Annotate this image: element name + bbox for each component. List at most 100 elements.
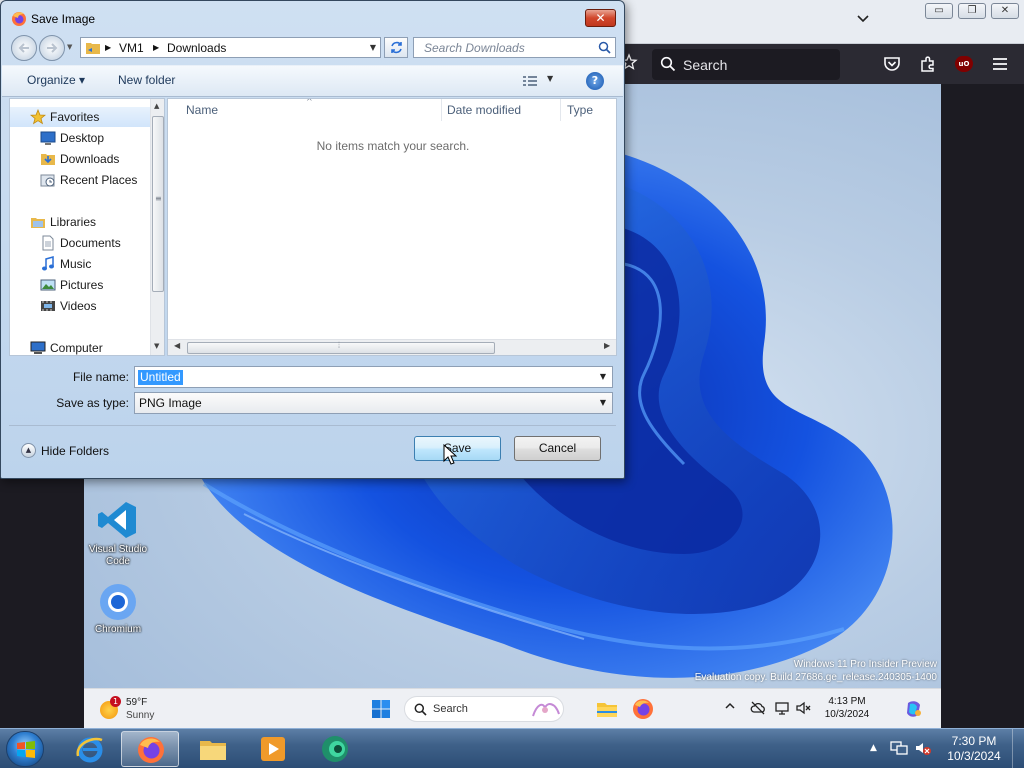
- file-list-horizontal-scrollbar[interactable]: ◀ ⦙ ▶: [168, 339, 616, 355]
- nav-libraries[interactable]: Libraries: [10, 212, 150, 232]
- scroll-up-icon[interactable]: ▲: [154, 102, 159, 110]
- network-icon[interactable]: [890, 739, 908, 757]
- ublock-origin-icon[interactable]: uO: [955, 56, 973, 72]
- nav-pictures[interactable]: Pictures: [10, 275, 150, 295]
- empty-results-message: No items match your search.: [316, 139, 470, 153]
- back-button[interactable]: [11, 35, 37, 61]
- host-start-button[interactable]: [6, 731, 44, 767]
- nav-music[interactable]: Music: [10, 254, 150, 274]
- search-input[interactable]: Search Downloads: [413, 37, 616, 58]
- show-hidden-icons-arrow[interactable]: ▲: [870, 743, 880, 753]
- breadcrumb-downloads[interactable]: Downloads: [167, 41, 226, 55]
- file-name-input[interactable]: Untitled ▼: [134, 366, 613, 388]
- hamburger-menu-icon[interactable]: [990, 54, 1012, 76]
- grip-icon: ≡: [155, 194, 162, 203]
- nav-documents[interactable]: Documents: [10, 233, 150, 253]
- copilot-icon[interactable]: [904, 699, 924, 719]
- refresh-button[interactable]: [384, 37, 408, 58]
- save-button[interactable]: Save: [414, 436, 501, 461]
- watermark-line-1: Windows 11 Pro Insider Preview: [793, 659, 937, 670]
- scroll-left-icon[interactable]: ◀: [174, 341, 180, 350]
- cancel-button[interactable]: Cancel: [514, 436, 601, 461]
- breadcrumb-separator-icon[interactable]: ▶: [153, 43, 159, 52]
- search-highlight-icon: [532, 703, 560, 717]
- dialog-close-button[interactable]: ✕: [585, 9, 616, 27]
- nav-desktop[interactable]: Desktop: [10, 128, 150, 148]
- vm-clock[interactable]: 4:13 PM 10/3/2024: [816, 695, 878, 721]
- column-divider[interactable]: [560, 99, 561, 121]
- evaluation-watermark: Windows 11 Pro Insider Preview Evaluatio…: [637, 658, 937, 684]
- show-desktop-button[interactable]: [1012, 729, 1024, 768]
- star-icon: [30, 109, 46, 125]
- hide-folders-button[interactable]: ▲ Hide Folders: [19, 442, 119, 460]
- vm-taskbar-search[interactable]: Search: [404, 696, 564, 722]
- forward-button[interactable]: [39, 35, 65, 61]
- cloud-sync-icon[interactable]: [750, 700, 766, 716]
- host-taskbar-firefox[interactable]: [121, 731, 179, 767]
- extensions-icon[interactable]: [918, 54, 940, 76]
- close-button[interactable]: ✕: [991, 3, 1019, 19]
- music-note-icon: [42, 256, 54, 271]
- folder-icon: [200, 741, 226, 760]
- downloads-folder-icon: [41, 154, 55, 165]
- restore-button[interactable]: ❐: [958, 3, 986, 19]
- host-taskbar-internet-explorer[interactable]: [61, 731, 119, 767]
- address-bar[interactable]: ▶ VM1 ▶ Downloads ▼: [80, 37, 381, 58]
- pocket-icon[interactable]: [882, 54, 904, 76]
- desktop-icon: [40, 131, 56, 145]
- organize-button[interactable]: Organize ▾: [27, 73, 85, 87]
- new-folder-button[interactable]: New folder: [118, 73, 175, 87]
- scroll-down-icon[interactable]: ▼: [154, 342, 159, 350]
- save-as-type-select[interactable]: PNG Image ▼: [134, 392, 613, 414]
- weather-widget[interactable]: 1 59°F Sunny: [98, 694, 168, 724]
- recent-locations-icon[interactable]: ▼: [67, 43, 77, 53]
- close-icon: ✕: [1000, 5, 1010, 16]
- desktop-icon-vscode[interactable]: Visual Studio Code: [84, 498, 152, 568]
- minimize-button[interactable]: ▭: [925, 3, 953, 19]
- watermark-line-2: Evaluation copy. Build 27686.ge_release.…: [694, 672, 937, 683]
- nav-computer[interactable]: Computer: [10, 338, 150, 355]
- column-header-date-modified[interactable]: Date modified: [447, 103, 521, 117]
- breadcrumb-separator-icon[interactable]: ▶: [105, 43, 111, 52]
- scrollbar-thumb[interactable]: ≡: [152, 116, 164, 292]
- speaker-muted-icon[interactable]: [795, 700, 811, 716]
- column-header-type[interactable]: Type: [567, 103, 593, 117]
- file-explorer-icon[interactable]: [595, 697, 619, 721]
- column-divider[interactable]: [441, 99, 442, 121]
- toolbar-search-box[interactable]: Search: [652, 49, 840, 80]
- network-icon[interactable]: [774, 700, 790, 716]
- scroll-right-icon[interactable]: ▶: [604, 341, 610, 350]
- close-icon: ✕: [595, 11, 606, 25]
- host-taskbar-explorer[interactable]: [184, 731, 242, 767]
- chevron-down-icon[interactable]: ▼: [596, 367, 610, 387]
- list-all-tabs-button[interactable]: [852, 12, 874, 32]
- computer-icon: [30, 341, 46, 354]
- speaker-muted-icon[interactable]: [914, 739, 932, 757]
- nav-label: Computer: [50, 341, 103, 355]
- firefox-icon[interactable]: [631, 697, 655, 721]
- change-view-button[interactable]: ▼: [521, 73, 561, 89]
- host-taskbar-media-player[interactable]: [244, 731, 302, 767]
- chevron-up-icon[interactable]: [724, 700, 738, 716]
- desktop-icon-chromium[interactable]: Chromium: [84, 582, 152, 636]
- navigation-scrollbar[interactable]: ▲ ≡ ▼: [150, 99, 164, 355]
- chevron-down-icon[interactable]: ▼: [596, 393, 610, 413]
- recent-places-icon: [40, 174, 55, 187]
- host-clock[interactable]: 7:30 PM 10/3/2024: [940, 734, 1008, 764]
- scrollbar-thumb[interactable]: ⦙: [187, 341, 495, 354]
- nav-videos[interactable]: Videos: [10, 296, 150, 316]
- mouse-pointer-icon: [443, 444, 457, 465]
- nav-downloads[interactable]: Downloads: [10, 149, 150, 169]
- nav-favorites[interactable]: Favorites: [10, 107, 150, 127]
- help-button[interactable]: ?: [586, 72, 604, 90]
- minimize-icon: ▭: [934, 5, 944, 16]
- host-taskbar: ▲ 7:30 PM 10/3/2024: [0, 728, 1024, 768]
- save-as-type-value: PNG Image: [139, 396, 202, 410]
- windows-start-icon[interactable]: [371, 699, 391, 719]
- column-header-name[interactable]: Name: [186, 103, 218, 117]
- breadcrumb-vm1[interactable]: VM1: [119, 41, 144, 55]
- chevron-down-icon[interactable]: ▼: [365, 38, 381, 57]
- nav-label: Recent Places: [60, 173, 138, 187]
- host-taskbar-vm-app[interactable]: [306, 731, 364, 767]
- nav-recent-places[interactable]: Recent Places: [10, 170, 150, 190]
